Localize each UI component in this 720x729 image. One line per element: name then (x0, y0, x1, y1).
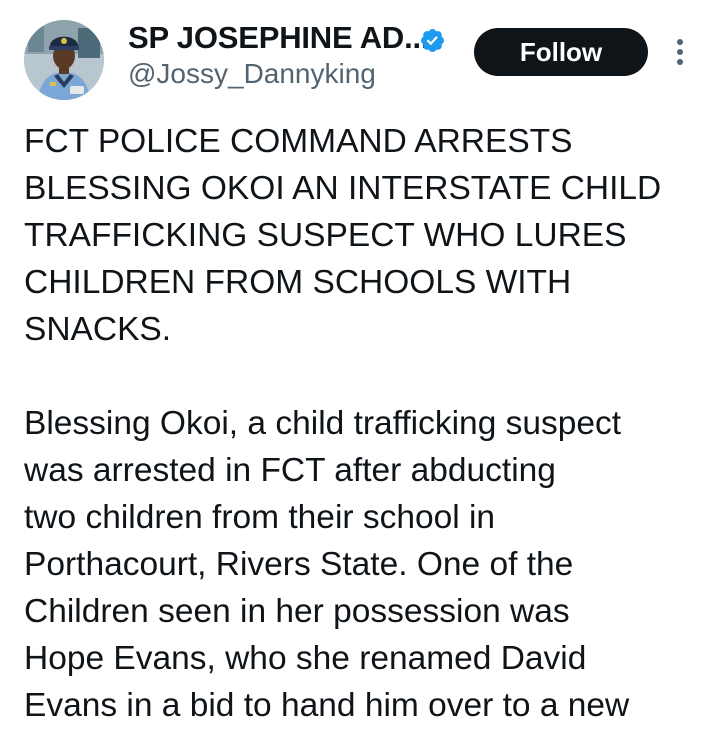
more-vertical-icon[interactable] (670, 36, 690, 68)
verified-badge-icon (420, 28, 445, 53)
tweet-body: Blessing Okoi, a child trafficking suspe… (24, 405, 630, 724)
author-display-name[interactable]: SP JOSEPHINE AD... (128, 20, 430, 56)
tweet-text: FCT POLICE COMMAND ARRESTS BLESSING OKOI… (24, 118, 704, 729)
police-officer-avatar-icon (24, 20, 104, 100)
follow-button[interactable]: Follow (474, 28, 648, 76)
author-avatar[interactable] (24, 20, 104, 100)
tweet-headline: FCT POLICE COMMAND ARRESTS BLESSING OKOI… (24, 123, 662, 348)
author-handle[interactable]: @Jossy_Dannyking (128, 58, 376, 90)
tweet-card: SP JOSEPHINE AD... @Jossy_Dannyking Foll… (0, 0, 720, 728)
